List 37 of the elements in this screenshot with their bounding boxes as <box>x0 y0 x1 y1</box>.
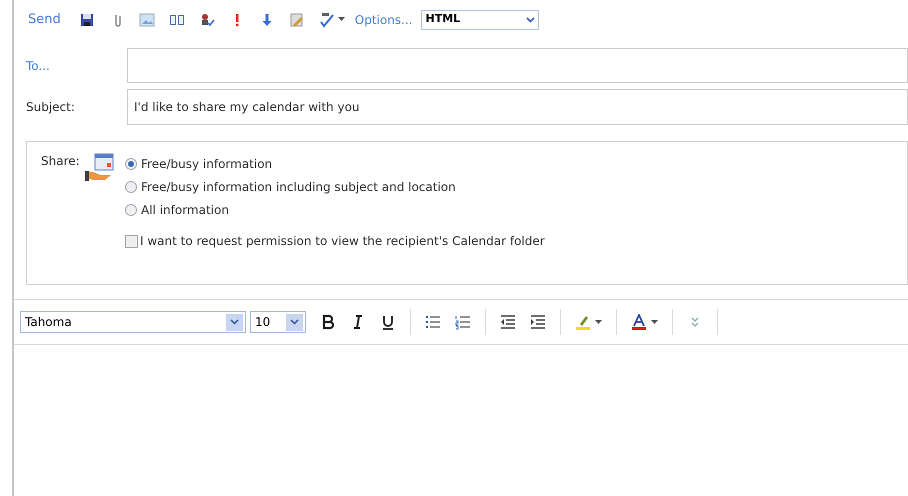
send-link[interactable]: Send <box>28 10 61 30</box>
to-field[interactable] <box>127 48 908 83</box>
radio-label: Free/busy information including subject and location <box>141 178 456 196</box>
underline-icon[interactable] <box>380 314 396 330</box>
caret-icon <box>651 320 658 324</box>
radio-label: All information <box>141 202 229 218</box>
save-icon[interactable] <box>78 12 95 28</box>
calendar-hand-icon <box>83 152 115 184</box>
font-select[interactable]: Tahoma <box>20 311 246 333</box>
outdent-icon[interactable] <box>500 314 516 330</box>
numbered-list-icon[interactable] <box>455 314 471 330</box>
dropdown-button[interactable] <box>226 314 243 330</box>
subject-field[interactable]: I'd like to share my calendar with you <box>127 89 908 125</box>
checkbox-label: I want to request permission to view the recipient's Calendar folder <box>140 233 545 250</box>
radio-label: Free/busy information <box>141 156 272 172</box>
radio-button[interactable] <box>125 158 137 170</box>
spellcheck-icon[interactable] <box>318 12 335 28</box>
caret-icon <box>338 17 345 22</box>
highlighter-icon[interactable] <box>575 314 591 330</box>
caret-icon <box>595 320 602 324</box>
dropdown-button[interactable] <box>286 314 303 330</box>
font-color-icon[interactable] <box>631 314 647 330</box>
subject-label: Subject: <box>25 99 76 116</box>
bullet-list-icon[interactable] <box>425 314 441 330</box>
radio-button[interactable] <box>125 204 137 216</box>
indent-icon[interactable] <box>530 314 546 330</box>
options-link[interactable]: Options... <box>354 10 412 28</box>
bold-icon[interactable] <box>320 314 336 330</box>
to-link[interactable]: To... <box>14 56 127 74</box>
format-select[interactable]: HTML <box>420 10 538 30</box>
radio-button[interactable] <box>125 180 137 192</box>
chevron-down-icon <box>526 16 534 22</box>
size-select[interactable]: 10 <box>250 311 306 333</box>
checkbox[interactable] <box>125 234 138 248</box>
chevron-down-icon <box>230 319 239 325</box>
share-label: Share: <box>41 153 81 170</box>
chevron-down-icon <box>290 319 299 325</box>
